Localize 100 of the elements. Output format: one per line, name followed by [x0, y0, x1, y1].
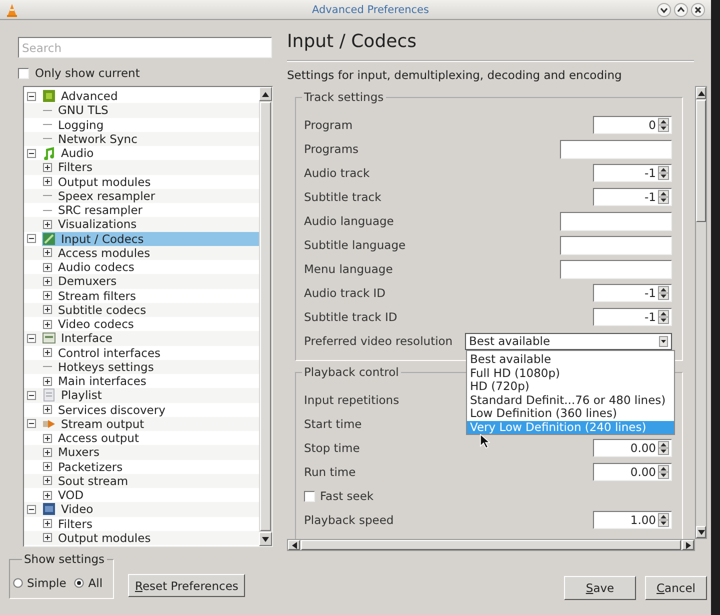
dropdown-option[interactable]: Low Definition (360 lines)	[467, 407, 674, 420]
dialog-button[interactable]: Cancel	[645, 576, 707, 600]
minimize-icon[interactable]	[657, 2, 671, 16]
dialog-button[interactable]: Save	[564, 576, 636, 600]
tree-item[interactable]: Stream filters	[58, 288, 259, 303]
spin-arrows-icon[interactable]	[658, 118, 669, 132]
fast-seek-checkbox[interactable]: Fast seek	[304, 489, 374, 503]
expand-icon[interactable]	[43, 519, 52, 528]
radio-selected-icon[interactable]	[74, 578, 84, 588]
expand-icon[interactable]	[43, 177, 52, 186]
scroll-up-icon[interactable]	[698, 90, 704, 96]
collapse-icon[interactable]	[27, 148, 36, 158]
expand-icon[interactable]	[43, 162, 52, 172]
text-field[interactable]	[560, 260, 672, 278]
tree-item[interactable]: Services discovery	[58, 402, 259, 417]
collapse-icon[interactable]	[27, 419, 36, 428]
expand-icon[interactable]	[43, 262, 52, 272]
group-title: Playback control	[302, 365, 401, 380]
spin-field[interactable]: -1	[593, 308, 672, 326]
scrollbar-thumb[interactable]	[301, 540, 681, 550]
search-field[interactable]: Search	[18, 37, 272, 58]
tree-item[interactable]: Access output	[58, 431, 259, 446]
vertical-scrollbar[interactable]	[695, 86, 707, 539]
radio-option[interactable]: Simple	[13, 576, 66, 590]
spin-arrows-icon[interactable]	[658, 190, 669, 204]
scroll-up-icon[interactable]	[262, 92, 269, 96]
checkbox[interactable]	[304, 490, 315, 502]
scroll-down-icon[interactable]	[698, 530, 704, 534]
spin-arrows-icon[interactable]	[658, 513, 669, 527]
collapse-icon[interactable]	[27, 234, 36, 244]
tree-item[interactable]: Output modules	[58, 174, 259, 189]
expand-icon[interactable]	[43, 305, 52, 314]
expand-icon[interactable]	[43, 448, 52, 457]
tree-item[interactable]: Packetizers	[58, 460, 259, 474]
collapse-icon[interactable]	[27, 92, 36, 101]
text-field[interactable]	[560, 236, 672, 254]
tree-item[interactable]: Video codecs	[58, 317, 259, 332]
text-field[interactable]	[560, 140, 672, 158]
tree-item[interactable]: VOD	[58, 488, 259, 502]
dropdown-option[interactable]: Best available	[467, 353, 674, 366]
tree-item[interactable]: Audio codecs	[58, 260, 259, 274]
tree-item[interactable]: Logging	[58, 118, 259, 132]
spin-arrows-icon[interactable]	[658, 166, 669, 180]
expand-icon[interactable]	[43, 248, 52, 258]
dropdown-list[interactable]: Best available Full HD (1080p) HD (720p) Standard Definit...76 or 480 lines) Low Definition (360 lines) Very Low Definition (240 lines)	[466, 350, 675, 435]
maximize-icon[interactable]	[674, 2, 688, 16]
scroll-down-icon[interactable]	[262, 536, 269, 542]
collapse-icon[interactable]	[27, 504, 36, 514]
window-title: Advanced Preferences	[312, 4, 429, 16]
expand-icon[interactable]	[43, 476, 52, 486]
spin-field[interactable]: 0	[593, 116, 672, 134]
tree-item[interactable]: Input / Codecs	[42, 232, 259, 246]
radio-label: Simple	[27, 576, 66, 590]
field-label: Audio track ID	[304, 286, 386, 300]
expand-icon[interactable]	[43, 320, 52, 329]
expand-icon[interactable]	[43, 434, 52, 443]
expand-icon[interactable]	[43, 462, 52, 472]
spin-field[interactable]: 1.00	[593, 511, 672, 529]
reset-preferences-button[interactable]: Reset Preferences	[128, 574, 246, 597]
dropdown-option[interactable]: Full HD (1080p)	[467, 366, 674, 380]
spin-field[interactable]: 0.00	[593, 463, 672, 481]
spin-field[interactable]: 0.00	[593, 439, 672, 457]
only-show-current-checkbox[interactable]: Only show current	[18, 65, 272, 81]
tree-item[interactable]: Advanced	[42, 89, 259, 104]
dropdown-option[interactable]: HD (720p)	[467, 380, 674, 394]
tree-item[interactable]: Audio	[42, 146, 259, 160]
spin-arrows-icon[interactable]	[658, 465, 669, 479]
horizontal-scrollbar[interactable]	[287, 539, 695, 551]
expand-icon[interactable]	[43, 348, 52, 358]
spin-field[interactable]: -1	[593, 164, 672, 182]
spin-field[interactable]: -1	[593, 188, 672, 206]
spin-arrows-icon[interactable]	[658, 286, 669, 300]
scroll-left-icon[interactable]	[292, 542, 296, 548]
close-icon[interactable]	[691, 2, 705, 16]
expand-icon[interactable]	[43, 405, 52, 414]
dropdown-option[interactable]: Standard Definit...76 or 480 lines)	[467, 394, 674, 407]
expand-icon[interactable]	[43, 490, 52, 500]
tree-item[interactable]: Control interfaces	[58, 346, 259, 360]
expand-icon[interactable]	[43, 220, 52, 229]
text-field[interactable]	[560, 212, 672, 230]
scrollbar-thumb[interactable]	[260, 102, 271, 531]
tree-item[interactable]: Main interfaces	[58, 374, 259, 388]
radio-option[interactable]: All	[74, 576, 103, 590]
collapse-icon[interactable]	[27, 334, 36, 343]
expand-icon[interactable]	[43, 533, 52, 542]
checkbox[interactable]	[18, 68, 29, 78]
scroll-right-icon[interactable]	[686, 542, 690, 548]
tree-item[interactable]: Filters	[58, 516, 259, 531]
radio-icon[interactable]	[13, 578, 23, 588]
spin-arrows-icon[interactable]	[658, 441, 669, 455]
scrollbar-thumb[interactable]	[696, 100, 706, 222]
expand-icon[interactable]	[43, 276, 52, 286]
tree-item[interactable]: SRC resampler	[58, 203, 259, 218]
expand-icon[interactable]	[43, 376, 52, 386]
dropdown-field[interactable]: Best available	[465, 332, 672, 350]
collapse-icon[interactable]	[27, 390, 36, 400]
expand-icon[interactable]	[43, 291, 52, 300]
spin-field[interactable]: -1	[593, 284, 672, 302]
spin-arrows-icon[interactable]	[658, 310, 669, 324]
scrollbar[interactable]	[259, 87, 272, 546]
